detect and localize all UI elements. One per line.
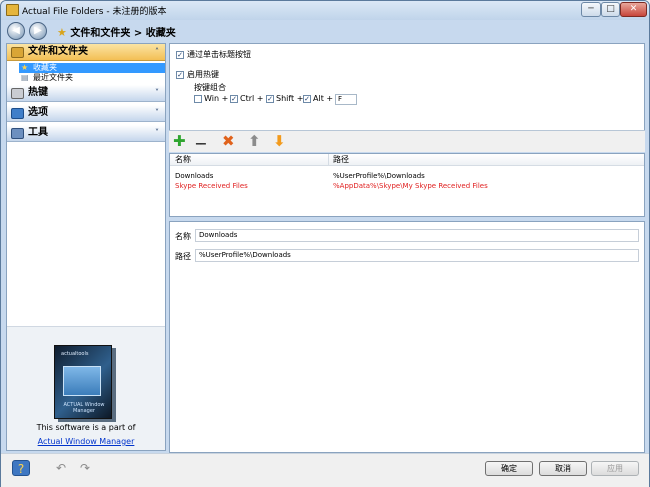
chevron-up-icon[interactable]: ˄ (155, 44, 159, 60)
list-item[interactable]: Skype Received Files %AppData%\Skype\My … (170, 181, 644, 191)
sidebar-section-options[interactable]: 选项 ˅ (7, 105, 165, 122)
list-item-path: %UserProfile%\Downloads (333, 172, 425, 180)
breadcrumb: ★ 文件和文件夹 > 收藏夹 (57, 24, 176, 39)
recent-folders-icon: ▤ (21, 73, 29, 82)
close-button[interactable]: ✕ (620, 2, 647, 17)
minimize-button[interactable]: ─ (581, 2, 601, 17)
favorites-star-icon: ★ (57, 26, 67, 39)
cancel-button[interactable]: 取消 (539, 461, 587, 476)
remove-separator-button[interactable]: ━━ (196, 137, 206, 153)
title-click-label: 通过单击标题按钮 (187, 50, 251, 59)
sidebar-section-label: 工具 (28, 127, 48, 138)
title-click-checkbox[interactable]: ✓ (176, 51, 184, 59)
sidebar-item-label: 最近文件夹 (33, 73, 73, 82)
list-item-name: Skype Received Files (175, 182, 248, 190)
hotkey-key-input[interactable]: F (335, 94, 357, 105)
path-label: 路径 (175, 252, 191, 261)
detail-panel: 名称 Downloads 路径 %UserProfile%\Downloads (169, 221, 645, 453)
sidebar-section-label: 热键 (28, 87, 48, 98)
sidebar-item-recent-folders[interactable]: ▤ 最近文件夹 (19, 73, 165, 83)
name-field[interactable]: Downloads (195, 229, 639, 242)
sidebar-section-hotkeys[interactable]: 热键 ˅ (7, 85, 165, 102)
forward-button[interactable]: ▶ (29, 22, 47, 40)
apply-button[interactable]: 应用 (591, 461, 639, 476)
list-header: 名称 路径 (170, 154, 644, 166)
list-item-name: Downloads (175, 172, 214, 180)
delete-button[interactable]: ✖ (222, 133, 235, 149)
name-label: 名称 (175, 232, 191, 241)
ok-button[interactable]: 确定 (485, 461, 533, 476)
settings-panel: ✓ 通过单击标题按钮 ✓ 启用热键 按键组合 Win + ✓ Ctrl + ✓ … (169, 43, 645, 130)
title-bar[interactable]: Actual File Folders - 未注册的版本 ─ □ ✕ (1, 1, 649, 20)
alt-key-checkbox[interactable]: ✓ (303, 95, 311, 103)
window-title: Actual File Folders - 未注册的版本 (22, 7, 167, 17)
help-icon[interactable]: ? (12, 460, 30, 476)
ctrl-key-checkbox[interactable]: ✓ (230, 95, 238, 103)
app-window: Actual File Folders - 未注册的版本 ─ □ ✕ ◀ ▶ ★… (0, 0, 650, 487)
favorites-list[interactable]: 名称 路径 Downloads %UserProfile%\Downloads … (169, 153, 645, 217)
breadcrumb-text: 文件和文件夹 > 收藏夹 (70, 28, 176, 39)
shift-key-checkbox[interactable]: ✓ (266, 95, 274, 103)
app-folder-icon (6, 4, 19, 16)
chevron-down-icon[interactable]: ˅ (155, 105, 159, 121)
options-icon (11, 108, 24, 119)
box-title: ACTUAL Window Manager (63, 402, 105, 414)
maximize-button[interactable]: □ (601, 2, 620, 17)
folder-files-icon (11, 47, 24, 58)
sidebar-section-label: 文件和文件夹 (28, 46, 88, 57)
bottom-bar: ? ↶ ↷ 确定 取消 应用 (1, 453, 649, 487)
box-screen-graphic (63, 366, 101, 396)
win-key-checkbox[interactable] (194, 95, 202, 103)
list-item[interactable]: Downloads %UserProfile%\Downloads (170, 171, 644, 181)
win-key-label: Win + (204, 94, 229, 103)
hotkey-combo-label: 按键组合 (194, 83, 226, 92)
back-button[interactable]: ◀ (7, 22, 25, 40)
alt-key-label: Alt + (313, 94, 334, 103)
promo-panel: actualtools ACTUAL Window Manager This s… (7, 326, 165, 450)
redo-icon[interactable]: ↷ (76, 460, 94, 476)
sidebar: 文件和文件夹 ˄ ★ 收藏夹 ▤ 最近文件夹 热键 ˅ 选项 ˅ 工具 ˅ ac… (6, 43, 166, 451)
undo-icon[interactable]: ↶ (52, 460, 70, 476)
promo-text: This software is a part of (36, 423, 136, 432)
path-field[interactable]: %UserProfile%\Downloads (195, 249, 639, 262)
ctrl-key-label: Ctrl + (240, 94, 264, 103)
column-divider[interactable] (328, 154, 329, 166)
favorites-star-icon: ★ (21, 63, 29, 72)
list-toolbar: ✚ ━━ ✖ ⬆ ⬇ (169, 130, 645, 152)
chevron-down-icon[interactable]: ˅ (155, 85, 159, 101)
add-folder-button[interactable]: ✚ (173, 133, 186, 149)
shift-key-label: Shift + (276, 94, 304, 103)
column-header-path[interactable]: 路径 (333, 154, 349, 165)
sidebar-item-label: 收藏夹 (33, 63, 57, 72)
enable-hotkey-label: 启用热键 (187, 70, 219, 79)
tools-icon (11, 128, 24, 139)
sidebar-section-tools[interactable]: 工具 ˅ (7, 125, 165, 142)
sidebar-item-favorites[interactable]: ★ 收藏夹 (19, 63, 165, 73)
list-item-path: %AppData%\Skype\My Skype Received Files (333, 182, 488, 190)
move-down-button[interactable]: ⬇ (273, 133, 286, 149)
keyboard-icon (11, 88, 24, 99)
chevron-down-icon[interactable]: ˅ (155, 125, 159, 141)
product-box-image: actualtools ACTUAL Window Manager (54, 345, 112, 419)
move-up-button[interactable]: ⬆ (248, 133, 261, 149)
box-logo: actualtools (61, 351, 89, 357)
promo-link[interactable]: Actual Window Manager (7, 437, 165, 446)
sidebar-section-files[interactable]: 文件和文件夹 ˄ (7, 44, 165, 61)
navigation-bar: ◀ ▶ ★ 文件和文件夹 > 收藏夹 (5, 21, 645, 42)
enable-hotkey-checkbox[interactable]: ✓ (176, 71, 184, 79)
column-header-name[interactable]: 名称 (175, 154, 191, 165)
sidebar-section-label: 选项 (28, 107, 48, 118)
